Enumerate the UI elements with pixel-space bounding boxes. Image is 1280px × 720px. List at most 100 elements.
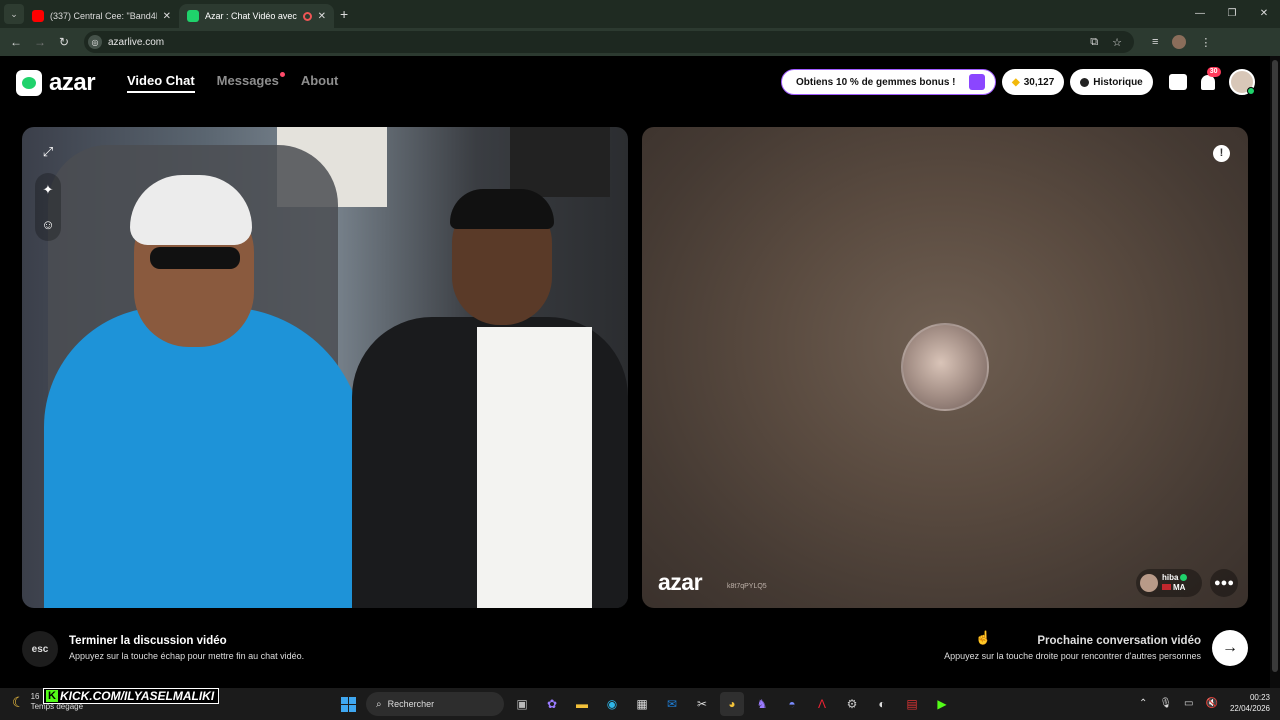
person-left-glasses [150, 247, 240, 269]
windows-taskbar: ☾ 16 Temps dégagé K KICK.COM/ILYASELMALI… [0, 688, 1280, 720]
outlook-icon[interactable]: ✉ [660, 692, 684, 716]
edge-icon[interactable]: ◉ [600, 692, 624, 716]
azar-page: azar Video Chat Messages About Obtiens 1… [0, 56, 1270, 688]
nav-about[interactable]: About [301, 73, 339, 93]
install-app-icon[interactable]: ⧉ [1090, 36, 1098, 49]
page-scrollbar[interactable] [1270, 56, 1280, 688]
steam-icon[interactable]: ⚙ [840, 692, 864, 716]
profile-avatar[interactable] [1172, 35, 1187, 49]
file-explorer-icon[interactable]: ▬ [570, 692, 594, 716]
azar-favicon-icon [187, 10, 199, 22]
end-chat-title: Terminer la discussion vidéo [69, 635, 227, 647]
verified-icon [1180, 574, 1188, 582]
tab-close-icon[interactable]: ✕ [163, 11, 171, 22]
store-app-icon[interactable]: ▦ [630, 692, 654, 716]
next-chat-button[interactable]: → [1212, 630, 1248, 666]
bookmark-star-icon[interactable]: ☆ [1112, 36, 1122, 49]
expand-icon[interactable]: ⤢ [35, 139, 61, 165]
user-avatar[interactable] [1228, 69, 1255, 95]
person-left-sweater [44, 307, 364, 608]
tray-chevron-icon[interactable]: ⌃ [1139, 698, 1147, 709]
restore-button[interactable]: ❐ [1216, 0, 1248, 28]
history-label: Historique [1093, 76, 1143, 88]
site-info-icon[interactable]: ◎ [88, 35, 102, 49]
gamepad-icon[interactable]: ♞ [750, 692, 774, 716]
peer-avatar [1140, 574, 1158, 592]
azar-watermark: azar [658, 569, 703, 595]
notification-badge: 30 [1206, 66, 1221, 77]
vector-app-icon[interactable]: Λ [810, 692, 834, 716]
system-tray: ⌃ 🎙 ▭ 🔇 00:23 22/04/2026 [1139, 692, 1270, 714]
reload-button[interactable]: ↻ [52, 35, 76, 49]
scrollbar-thumb[interactable] [1272, 60, 1278, 672]
face-filter-icon[interactable]: ☺ [35, 211, 61, 237]
peer-info: hiba MA [1162, 573, 1188, 593]
azar-logo[interactable]: azar [16, 69, 96, 97]
local-video-feed: ⤢ ✦ ☺ [22, 127, 628, 608]
logo-text: azar [49, 69, 96, 96]
nav-messages-label: Messages [216, 73, 279, 88]
tab-azar[interactable]: Azar : Chat Vidéo avec de n ✕ [179, 4, 334, 28]
nav-video-chat[interactable]: Video Chat [127, 73, 195, 93]
person-right-hair [450, 189, 554, 229]
streamlabs-icon[interactable]: ▶ [930, 692, 954, 716]
network-icon[interactable]: ▭ [1184, 698, 1193, 709]
person-right-shirt [477, 327, 592, 608]
notifications-button[interactable]: 30 [1200, 66, 1221, 90]
video-app-icon[interactable]: ▤ [900, 692, 924, 716]
clock-icon [1080, 77, 1090, 87]
minimize-button[interactable]: — [1184, 0, 1216, 28]
close-window-button[interactable]: ✕ [1248, 0, 1280, 28]
report-icon[interactable]: ! [1213, 145, 1230, 162]
peer-country: MA [1173, 583, 1186, 592]
url-bar[interactable]: ◎ azarlive.com ⧉ ☆ [84, 31, 1134, 53]
volume-muted-icon[interactable]: 🔇 [1206, 698, 1218, 709]
tab-close-icon[interactable]: ✕ [318, 11, 326, 22]
gem-promo-button[interactable]: Obtiens 10 % de gemmes bonus ! [781, 69, 996, 95]
window-controls: — ❐ ✕ [1184, 0, 1280, 28]
remote-video-feed: ! azar k8t7qPYLQ5 hiba MA ●●● [642, 127, 1248, 608]
forward-button[interactable]: → [28, 35, 52, 49]
history-button[interactable]: Historique [1070, 69, 1153, 95]
menu-kebab-icon[interactable]: ⋮ [1200, 36, 1211, 49]
magic-wand-icon[interactable]: ✦ [35, 177, 61, 203]
chat-bubble-button[interactable]: ●●● [1210, 569, 1238, 597]
taskbar-clock[interactable]: 00:23 22/04/2026 [1230, 692, 1270, 714]
gems-balance-button[interactable]: ◆ 30,127 [1002, 69, 1065, 95]
tab-search-button[interactable]: ⌄ [4, 4, 24, 24]
discord-icon[interactable]: ◓ [780, 692, 804, 716]
copilot-icon[interactable]: ✿ [540, 692, 564, 716]
next-chat-hint: Appuyez sur la touche droite pour rencon… [944, 651, 1201, 661]
taskbar-search[interactable]: ⌕ Rechercher [366, 692, 504, 716]
store-icon[interactable] [1168, 74, 1187, 90]
microphone-icon[interactable]: 🎙 [1159, 698, 1172, 709]
windows-start-icon[interactable] [336, 692, 360, 716]
obs-icon[interactable]: ◐ [870, 692, 894, 716]
next-chat-title: Prochaine conversation vidéo [1037, 635, 1201, 647]
clock-time: 00:23 [1249, 693, 1270, 702]
peer-info-chip[interactable]: hiba MA [1136, 569, 1202, 597]
chrome-icon[interactable]: ◕ [720, 692, 744, 716]
browser-tab-strip: ⌄ (337) Central Cee: "Band4Band ✕ Azar :… [0, 0, 1280, 28]
weather-temp: 16 [30, 692, 40, 701]
nav-messages[interactable]: Messages [216, 72, 285, 93]
new-tab-button[interactable]: + [340, 6, 348, 22]
online-status-dot [1246, 87, 1255, 95]
snipping-icon[interactable]: ✂ [690, 692, 714, 716]
youtube-icon [32, 10, 44, 22]
background-jacket [510, 127, 610, 197]
gems-count: 30,127 [1023, 76, 1055, 88]
task-view-icon[interactable]: ▣ [510, 692, 534, 716]
taskbar-apps: ⌕ Rechercher ▣ ✿ ▬ ◉ ▦ ✉ ✂ ◕ ♞ ◓ Λ ⚙ ◐ ▤… [336, 692, 954, 716]
bell-icon [1200, 74, 1215, 90]
morocco-flag-icon [1162, 584, 1171, 590]
tab-title: Azar : Chat Vidéo avec de n [205, 11, 299, 21]
search-placeholder: Rechercher [387, 699, 435, 709]
end-chat-button[interactable]: esc [22, 631, 58, 667]
search-icon: ⌕ [376, 698, 382, 710]
url-text: azarlive.com [108, 36, 165, 48]
tab-youtube[interactable]: (337) Central Cee: "Band4Band ✕ [24, 4, 179, 28]
back-button[interactable]: ← [4, 35, 28, 49]
media-control-icon[interactable]: ≡ [1152, 36, 1158, 48]
recording-icon [302, 11, 312, 21]
